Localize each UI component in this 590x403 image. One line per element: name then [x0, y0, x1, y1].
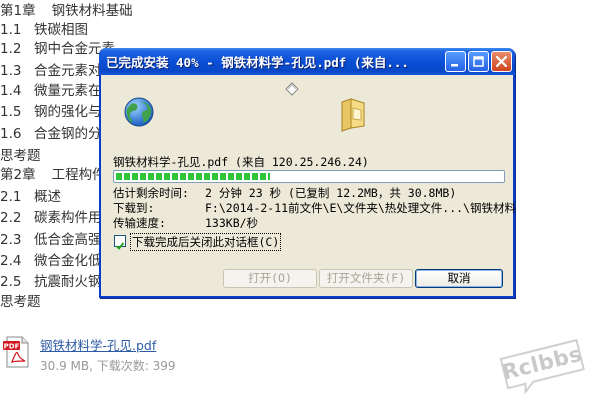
toc-text: 思考题 — [0, 148, 41, 164]
maximize-icon[interactable] — [468, 51, 489, 72]
download-dialog: 已完成安装 40% - 钢铁材料学-孔见.pdf (来自... 钢铁材料学-孔见… — [99, 48, 516, 298]
toc-text: 合金元素对 — [34, 63, 102, 79]
download-to-label: 下载到: — [113, 201, 155, 215]
toc-number: 2.2 — [0, 210, 22, 226]
toc-number: 1.5 — [0, 104, 22, 120]
transfer-rate-label: 传输速度: — [113, 216, 166, 230]
progress-fill — [116, 173, 270, 180]
flying-document-icon — [284, 81, 300, 103]
dialog-title: 已完成安装 40% - 钢铁材料学-孔见.pdf (来自... — [106, 55, 409, 70]
toc-item: 2.5 抗震耐火钢 — [0, 271, 102, 293]
toc-text: 思考题 — [0, 294, 41, 310]
cancel-button[interactable]: 取消 — [415, 269, 503, 288]
checkmark-icon — [115, 242, 125, 250]
toc-text: 钢的强化与 — [34, 104, 102, 120]
download-file-info: 钢铁材料学-孔见.pdf (来自 120.25.246.24) — [113, 155, 369, 169]
toc-number: 1.6 — [0, 126, 22, 142]
dialog-titlebar[interactable]: 已完成安装 40% - 钢铁材料学-孔见.pdf (来自... — [99, 48, 515, 75]
remaining-time-label: 估计剩余时间: — [113, 186, 189, 200]
close-on-complete-label[interactable]: 下载完成后关闭此对话框(C) — [130, 233, 282, 251]
toc-number: 2.3 — [0, 232, 22, 248]
toc-item: 1.6 合金钢的分 — [0, 123, 102, 145]
toc-text: 合金钢的分 — [34, 126, 102, 142]
toc-number: 2.1 — [0, 189, 22, 205]
toc-text: 概述 — [34, 189, 61, 205]
toc-text: 工程构件 — [51, 167, 106, 183]
toc-item: 2.4 微合金化低 — [0, 250, 102, 272]
toc-number: 1.4 — [0, 83, 22, 99]
toc-item: 1.3 合金元素对 — [0, 60, 102, 82]
toc-item: 第2章 工程构件 — [0, 164, 106, 186]
toc-text: 钢铁材料基础 — [51, 3, 133, 19]
toc-text: 碳素构件用 — [34, 210, 102, 226]
toc-text: 抗震耐火钢 — [34, 274, 102, 290]
toc-item: 1.4 微量元素在 — [0, 80, 102, 102]
toc-text: 微量元素在 — [34, 83, 102, 99]
attachment-meta: 30.9 MB, 下载次数: 399 — [40, 359, 176, 373]
minimize-icon[interactable] — [445, 51, 466, 72]
open-button[interactable]: 打开(O) — [223, 269, 317, 288]
toc-number: 1.2 — [0, 41, 22, 57]
toc-number: 2.5 — [0, 274, 22, 290]
svg-text:PDF: PDF — [4, 342, 20, 350]
transfer-rate-value: 133KB/秒 — [205, 216, 259, 230]
attachment-filename-link[interactable]: 钢铁材料学-孔见.pdf — [40, 335, 156, 354]
watermark-logo: Rclbbs — [496, 335, 590, 398]
toc-number: 1.3 — [0, 63, 22, 79]
download-animation — [101, 75, 513, 153]
toc-item: 1.5 钢的强化与 — [0, 101, 102, 123]
folder-icon — [339, 98, 367, 136]
globe-icon — [123, 96, 155, 132]
toc-text: 微合金化低 — [34, 253, 102, 269]
toc-item: 思考题 — [0, 291, 41, 313]
pdf-file-icon[interactable]: PDF — [3, 336, 31, 368]
toc-item: 2.3 低合金高强 — [0, 229, 102, 251]
toc-item: 1.2 钢中合金元素 — [0, 38, 115, 60]
remaining-time-value: 2 分钟 23 秒 (已复制 12.2MB，共 30.8MB) — [205, 186, 457, 200]
close-icon[interactable] — [491, 51, 512, 72]
toc-item: 2.1 概述 — [0, 186, 61, 208]
download-progress-bar — [113, 170, 505, 183]
download-to-value: F:\2014-2-11前文件\E\文件夹\热处理文件...\钢铁材料 — [205, 201, 516, 215]
close-on-complete-checkbox[interactable] — [114, 235, 126, 250]
open-folder-button[interactable]: 打开文件夹(F) — [319, 269, 413, 288]
toc-number: 2.4 — [0, 253, 22, 269]
toc-number: 第2章 — [0, 167, 36, 183]
toc-item: 2.2 碳素构件用 — [0, 207, 102, 229]
toc-text: 低合金高强 — [34, 232, 102, 248]
toc-text: 铁碳相图 — [34, 22, 88, 38]
